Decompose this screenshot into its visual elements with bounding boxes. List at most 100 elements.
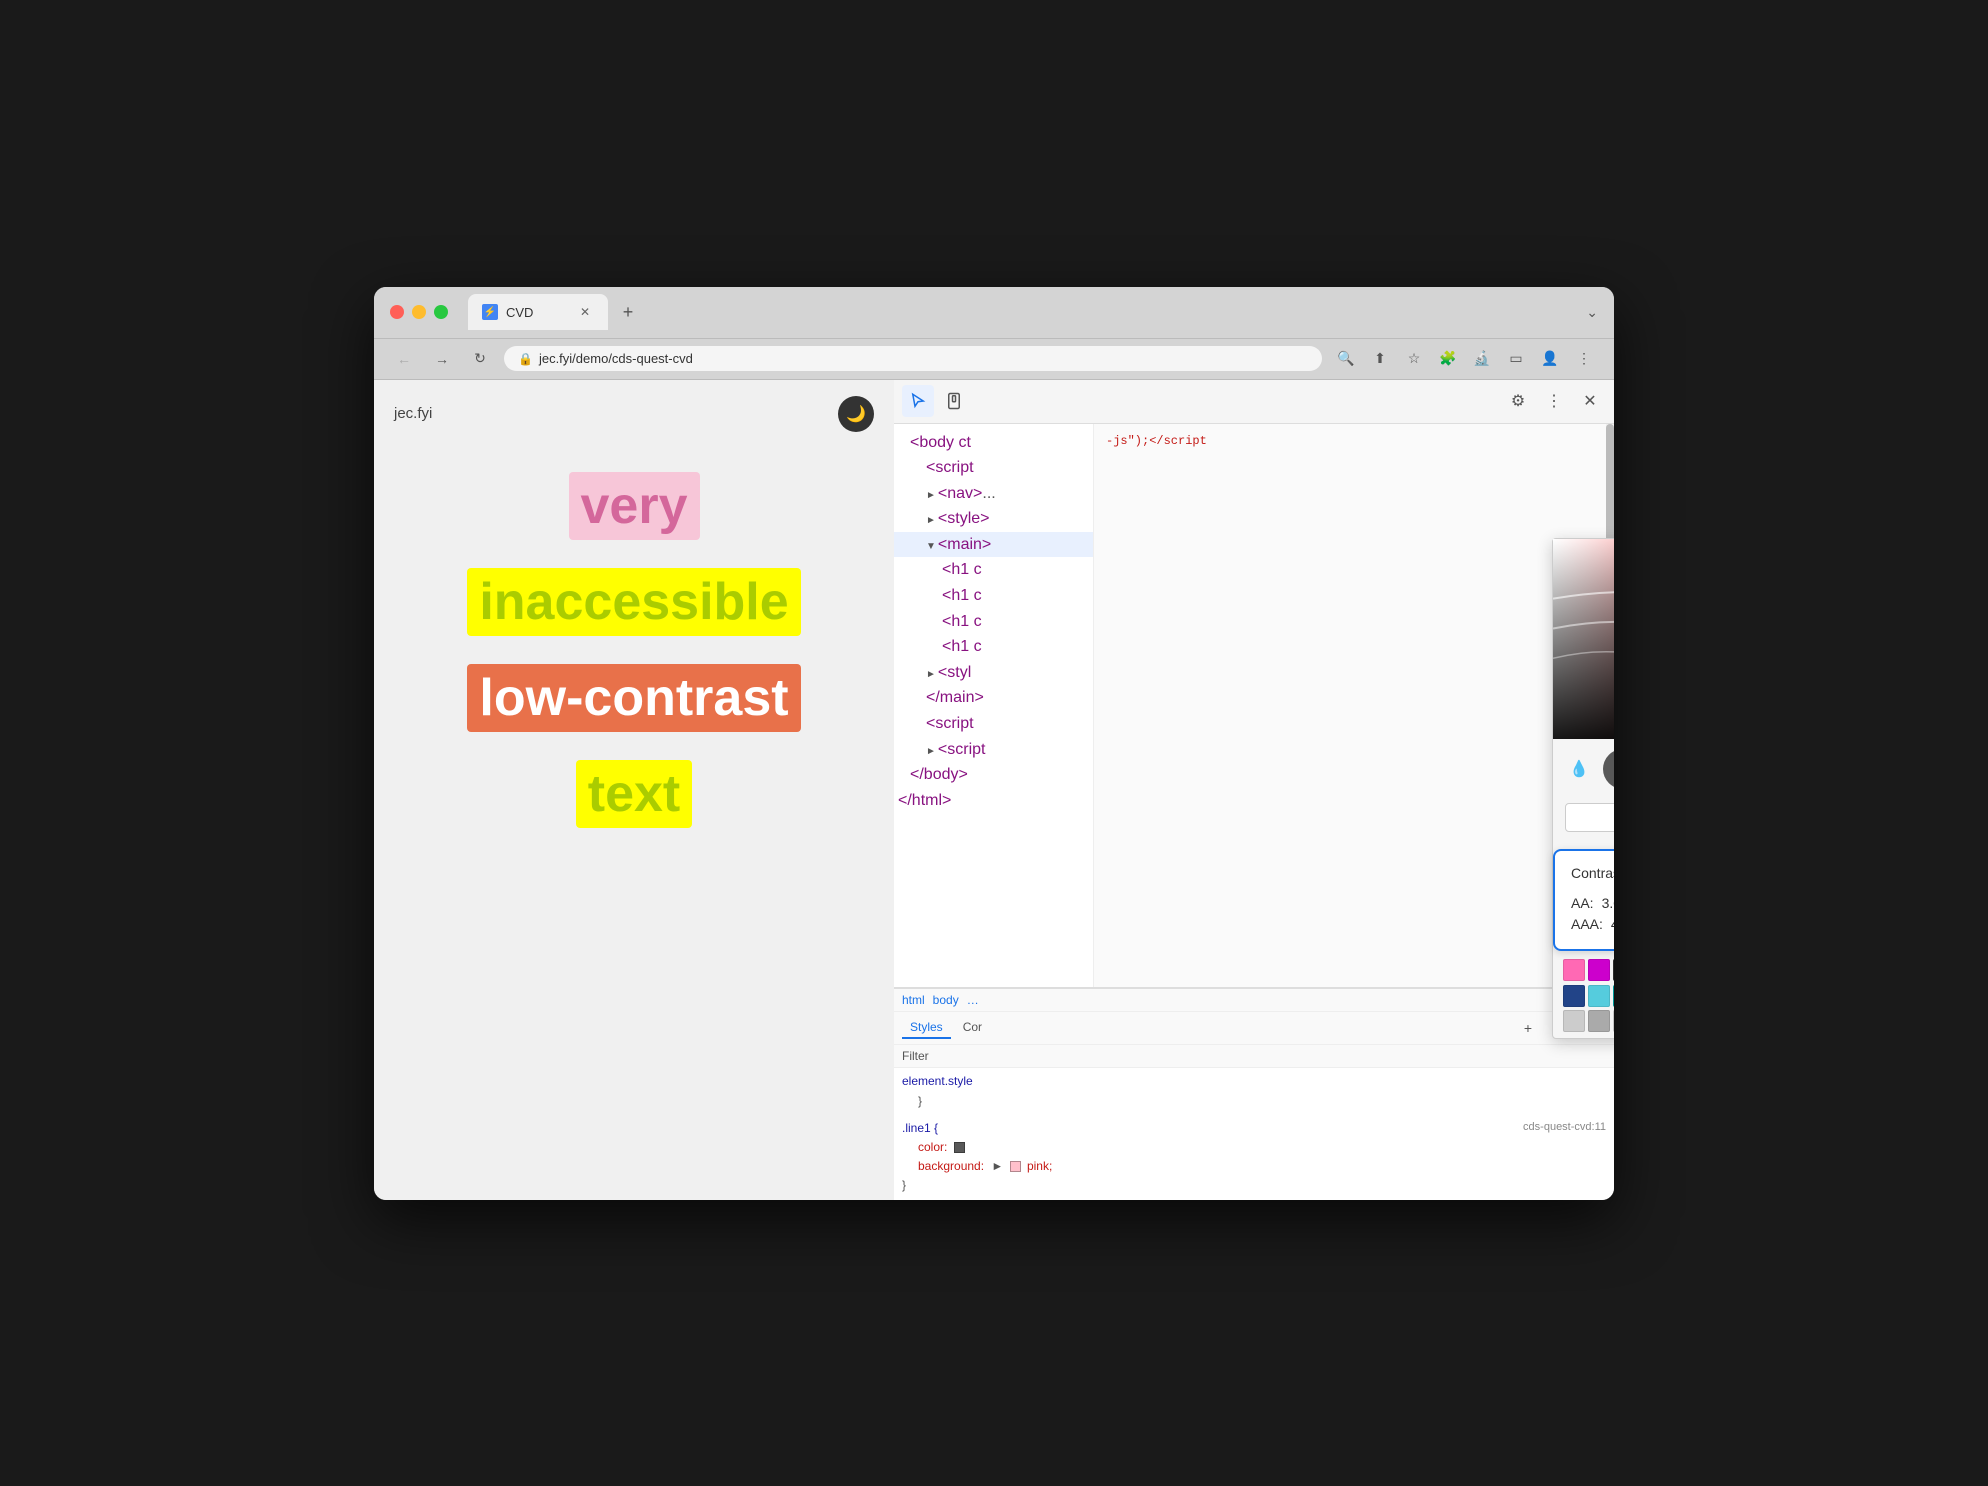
tab-close-button[interactable]: ✕ [576,303,594,321]
css-color-prop: color: [902,1138,1606,1157]
lock-icon: 🔒 [518,352,533,366]
hex-input[interactable]: #585858 [1565,803,1614,832]
html-style2-line[interactable]: ►<styl [894,660,1093,686]
demo-word-low-contrast: low-contrast [467,664,800,732]
new-tab-button[interactable]: + [612,296,644,328]
html-h1-1[interactable]: <h1 c [894,557,1093,583]
aa-value: 3.0 [1602,895,1614,911]
css-selector-line1: .line1 { [902,1121,938,1135]
devtools-main: <body ct <script ►<nav>... ►<style> ▼<ma… [894,424,1614,988]
html-style-line[interactable]: ►<style> [894,506,1093,532]
browser-content: jec.fyi 🌙 very inaccessible low-contrast… [374,380,1614,1200]
tab-title: CVD [506,305,533,320]
html-h1-3[interactable]: <h1 c [894,609,1093,635]
css-selector-element: element.style [902,1074,973,1088]
profile-icon[interactable]: 👤 [1536,345,1564,373]
devtools-panel: ⚙ ⋮ ✕ 💧 [894,380,1614,1200]
element-picker-button[interactable] [902,385,934,417]
bookmark-icon[interactable]: ☆ [1400,345,1428,373]
css-line1-rule: .line1 { cds-quest-cvd:11 color: backgro… [894,1115,1614,1200]
html-main-close-line[interactable]: </main> [894,685,1093,711]
tab-styles[interactable]: Styles [902,1017,951,1039]
swatch-cyan[interactable] [1588,985,1610,1007]
html-script3-line[interactable]: ►<script [894,737,1093,763]
breadcrumb-body[interactable]: body [933,993,959,1007]
swatch-blue2[interactable] [1563,985,1585,1007]
dark-mode-button[interactable]: 🌙 [838,396,874,432]
swatch-teal[interactable] [1613,985,1614,1007]
url-bar[interactable]: 🔒 jec.fyi/demo/cds-quest-cvd [504,346,1322,371]
html-nav-line[interactable]: ►<nav>... [894,481,1093,507]
css-background-arrow: ► [991,1159,1003,1173]
css-close-brace-1: } [902,1094,922,1108]
aaa-row: AAA: 4.5 ✔ [1571,916,1614,933]
address-bar: ← → ↻ 🔒 jec.fyi/demo/cds-quest-cvd 🔍 ⬆ ☆… [374,339,1614,380]
webpage-panel: jec.fyi 🌙 very inaccessible low-contrast… [374,380,894,1200]
close-button[interactable] [390,305,404,319]
reload-button[interactable]: ↻ [466,345,494,373]
swatch-purple[interactable] [1588,959,1610,981]
mac-window: ⚡ CVD ✕ + ⌄ ← → ↻ 🔒 jec.fyi/demo/cds-que… [374,287,1614,1200]
maximize-button[interactable] [434,305,448,319]
picker-controls: 💧 [1553,739,1614,799]
css-color-label: color: [918,1140,947,1154]
menu-icon[interactable]: ⋮ [1570,345,1598,373]
eyedropper-button[interactable]: 💧 [1565,755,1593,783]
swatch-gray2[interactable] [1588,1010,1610,1032]
swatch-pink[interactable] [1563,959,1585,981]
swatch-gray3[interactable] [1613,1010,1614,1032]
breadcrumb-bar: html body … [894,989,1614,1012]
html-main-line[interactable]: ▼<main> [894,532,1093,558]
add-rule-button[interactable]: + [1514,1014,1542,1042]
color-swatch-color[interactable] [954,1142,965,1153]
filter-bar: Filter [894,1045,1614,1068]
html-script-line[interactable]: <script [894,455,1093,481]
sidebar-icon[interactable]: ▭ [1502,345,1530,373]
html-tree-pane: <body ct <script ►<nav>... ►<style> ▼<ma… [894,424,1094,988]
color-preview-circle [1603,749,1614,789]
site-title: jec.fyi [394,405,432,422]
color-gradient[interactable] [1553,539,1614,739]
webpage-header: jec.fyi 🌙 [394,396,874,432]
css-source-link[interactable]: cds-quest-cvd:11 [1523,1119,1606,1137]
right-code-pane: -js");</script [1094,424,1606,988]
color-swatch-background[interactable] [1010,1161,1021,1172]
title-bar: ⚡ CVD ✕ + ⌄ [374,287,1614,339]
address-icons: 🔍 ⬆ ☆ 🧩 🔬 ▭ 👤 ⋮ [1332,345,1598,373]
traffic-lights [390,305,448,319]
html-script2-line[interactable]: <script [894,711,1093,737]
swatch-gray1[interactable] [1563,1010,1585,1032]
more-options-button[interactable]: ⋮ [1538,385,1570,417]
devtools-icon[interactable]: 🔬 [1468,345,1496,373]
gradient-curves [1553,539,1614,738]
tab-computed[interactable]: Cor [955,1017,990,1039]
styles-tab-bar: Styles Cor + ⊞ ◁ [894,1012,1614,1045]
forward-button[interactable]: → [428,345,456,373]
demo-word-very: very [569,472,700,540]
close-devtools-button[interactable]: ✕ [1574,385,1606,417]
swatches-container: ▲ ▼ [1553,951,1614,1038]
active-tab[interactable]: ⚡ CVD ✕ [468,294,608,330]
html-close-line[interactable]: </html> [894,788,1093,814]
swatch-dark1[interactable] [1613,959,1614,981]
html-body-close-line[interactable]: </body> [894,762,1093,788]
html-body-line[interactable]: <body ct [894,430,1093,456]
devtools-toolbar: ⚙ ⋮ ✕ [894,380,1614,424]
css-close-brace-2: } [902,1176,1606,1195]
breadcrumb-html[interactable]: html [902,993,925,1007]
css-background-label: background: [918,1159,984,1173]
back-button[interactable]: ← [390,345,418,373]
device-toggle-button[interactable] [938,385,970,417]
aaa-value: 4.5 [1611,916,1614,932]
html-h1-2[interactable]: <h1 c [894,583,1093,609]
minimize-button[interactable] [412,305,426,319]
extension-icon[interactable]: 🧩 [1434,345,1462,373]
search-icon[interactable]: 🔍 [1332,345,1360,373]
settings-button[interactable]: ⚙ [1502,385,1534,417]
breadcrumb-more[interactable]: … [967,993,979,1007]
aa-row: AA: 3.0 ✔ [1571,895,1614,912]
tab-menu-button[interactable]: ⌄ [1586,304,1598,321]
share-icon[interactable]: ⬆ [1366,345,1394,373]
tab-bar: ⚡ CVD ✕ + ⌄ [468,294,1598,330]
html-h1-4[interactable]: <h1 c [894,634,1093,660]
